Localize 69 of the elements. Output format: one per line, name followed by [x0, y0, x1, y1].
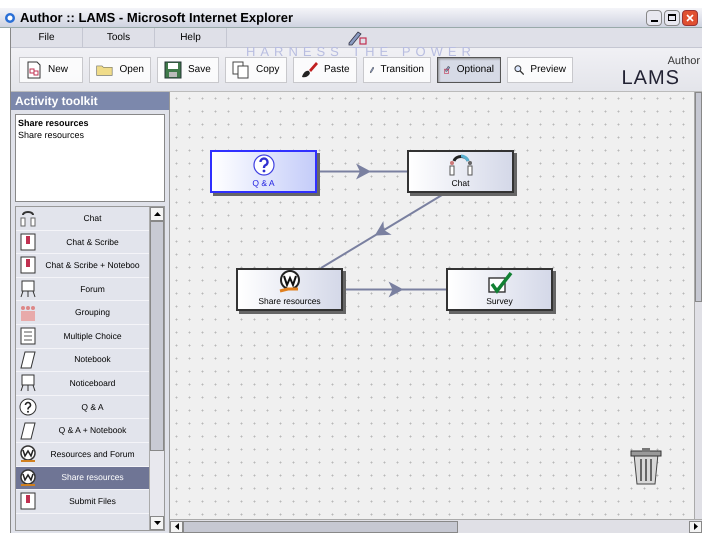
horizontal-scrollbar[interactable] — [170, 519, 702, 533]
toolbar-button[interactable]: Transition — [363, 56, 431, 82]
maximize-button[interactable] — [664, 10, 680, 26]
people-icon — [20, 209, 36, 228]
close-icon — [686, 14, 694, 22]
toolbar-button[interactable]: Optional — [437, 56, 501, 82]
notepad-icon — [20, 422, 36, 440]
people-icon — [19, 304, 37, 322]
toolkit-item[interactable]: Forum — [16, 278, 149, 302]
question-mark-icon — [252, 154, 274, 176]
scroll-left-icon[interactable] — [170, 520, 183, 532]
easel-icon — [20, 280, 36, 298]
panel-header: Activity toolkit — [11, 92, 169, 110]
scroll-right-icon[interactable] — [689, 520, 702, 532]
document-icon — [26, 60, 42, 78]
checkmark-icon — [486, 272, 512, 294]
toolkit-item[interactable]: Share resources — [16, 466, 149, 490]
copy-icon — [232, 60, 250, 78]
transition-arrow[interactable] — [320, 194, 443, 269]
toolkit-item[interactable]: Chat & Scribe — [16, 230, 149, 254]
activity-node[interactable]: Share resources — [236, 268, 343, 311]
w-globe-icon — [19, 445, 37, 464]
menu-item[interactable]: File — [11, 28, 83, 47]
window-title: Author :: LAMS - Microsoft Internet Explorer — [20, 8, 293, 27]
list-icon — [20, 327, 36, 346]
toolbar-button[interactable]: Paste — [293, 56, 357, 82]
toolkit-item[interactable]: Multiple Choice — [16, 324, 149, 349]
document-icon — [20, 492, 36, 510]
minimize-button[interactable] — [646, 10, 662, 26]
toolkit-item[interactable]: Q & A — [16, 396, 149, 420]
activity-node[interactable]: Q & A — [210, 150, 317, 193]
menu-item[interactable]: Help — [155, 28, 227, 47]
toolkit-item[interactable]: Resources and Forum — [16, 442, 149, 467]
toolbar-button[interactable]: New — [19, 56, 83, 82]
paintbrush-icon — [300, 60, 318, 78]
menu-item[interactable]: Tools — [83, 28, 155, 47]
toolkit-item[interactable]: Notebook — [16, 348, 149, 372]
trash-icon[interactable] — [628, 448, 664, 486]
activity-node[interactable]: Survey — [446, 268, 553, 311]
scroll-up-icon[interactable] — [150, 207, 164, 221]
document-icon — [20, 232, 36, 251]
toolbar-button[interactable]: Open — [89, 56, 151, 82]
vertical-scrollbar[interactable] — [149, 207, 164, 530]
people-icon — [448, 154, 474, 176]
document-icon — [20, 256, 36, 274]
toolkit-item[interactable]: Noticeboard — [16, 372, 149, 396]
question-mark-icon — [19, 398, 37, 416]
vertical-scrollbar[interactable] — [694, 92, 702, 519]
toolbar-button[interactable]: Preview — [507, 56, 573, 82]
activity-node[interactable]: Chat — [407, 150, 514, 193]
logo-text: LAMS — [622, 67, 681, 89]
w-globe-icon — [276, 270, 302, 294]
toolkit-item[interactable]: Chat & Scribe + Noteboo — [16, 254, 149, 278]
notepad-icon — [20, 350, 36, 369]
w-globe-icon — [19, 468, 37, 487]
description-text: Share resources — [18, 129, 86, 141]
description-heading: Share resources — [18, 117, 90, 129]
toolkit-item[interactable]: Submit Files — [16, 490, 149, 514]
toolbar-button[interactable]: Save — [157, 56, 219, 82]
transition-arrow[interactable] — [345, 282, 446, 298]
close-button[interactable] — [682, 10, 698, 26]
toolbar-button[interactable]: Copy — [225, 56, 287, 82]
design-canvas[interactable]: Q & A Chat Share resources Survey — [170, 92, 694, 519]
scroll-down-icon[interactable] — [150, 516, 164, 530]
easel-icon — [20, 374, 36, 392]
browser-icon — [4, 12, 16, 24]
banner-label: Author — [668, 55, 700, 67]
transition-arrow[interactable] — [319, 164, 407, 180]
pencil-icon — [346, 30, 368, 46]
